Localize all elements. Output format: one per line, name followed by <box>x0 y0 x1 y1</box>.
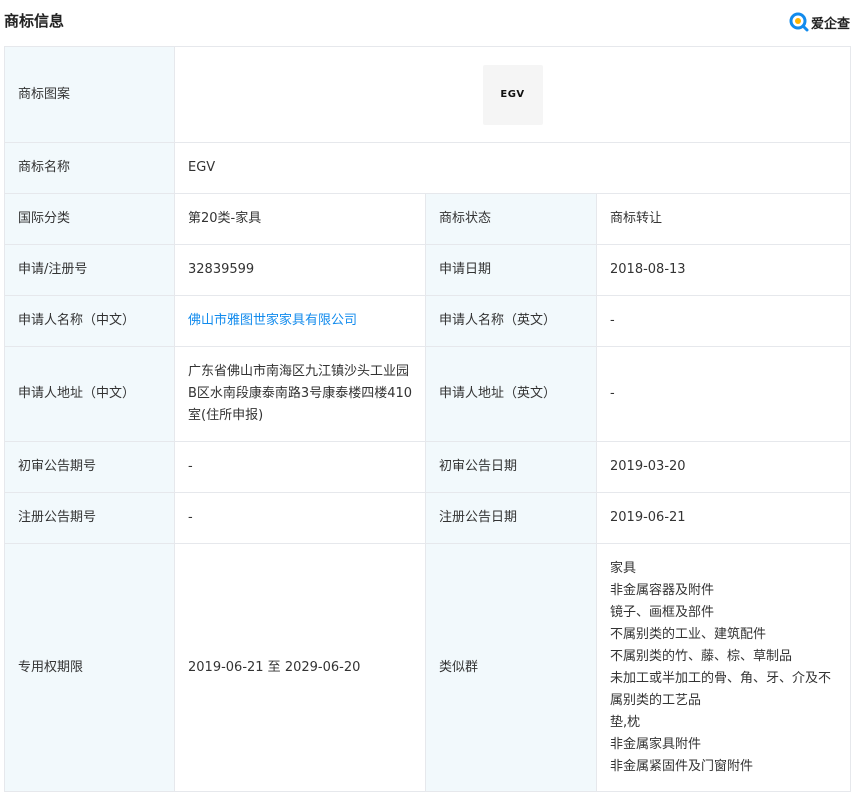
section-header: 商标信息 爱企查 <box>0 0 854 46</box>
label-similar-group: 类似群 <box>425 543 597 792</box>
row-reg-notice: 注册公告期号 - 注册公告日期 2019-06-21 <box>4 492 851 544</box>
row-reg-number: 申请/注册号 32839599 申请日期 2018-08-13 <box>4 244 851 296</box>
value-address-en: - <box>596 346 851 442</box>
value-reg-number: 32839599 <box>174 244 426 296</box>
similar-group-list: 家具 非金属容器及附件 镜子、画框及部件 不属别类的工业、建筑配件 不属别类的竹… <box>610 554 837 782</box>
row-trademark-pattern: 商标图案 EGV <box>4 46 851 143</box>
section-title: 商标信息 <box>4 12 65 30</box>
trademark-info-table: 商标图案 EGV 商标名称 EGV 国际分类 第20类-家具 商标状态 商标转让… <box>4 46 851 792</box>
value-prelim-issue: - <box>174 441 426 493</box>
value-similar-group: 家具 非金属容器及附件 镜子、画框及部件 不属别类的工业、建筑配件 不属别类的竹… <box>596 543 851 792</box>
value-prelim-date: 2019-03-20 <box>596 441 851 493</box>
list-item: 镜子、画框及部件 <box>610 604 715 620</box>
applicant-company-link[interactable]: 佛山市雅图世家家具有限公司 <box>188 313 357 328</box>
label-apply-date: 申请日期 <box>425 244 597 296</box>
list-item: 垫,枕 <box>610 714 641 730</box>
row-applicant-name: 申请人名称（中文） 佛山市雅图世家家具有限公司 申请人名称（英文） - <box>4 295 851 347</box>
label-trademark-pattern: 商标图案 <box>4 46 175 143</box>
list-item: 不属别类的竹、藤、棕、草制品 <box>610 648 793 664</box>
list-item: 未加工或半加工的骨、角、牙、介及不属别类的工艺品 <box>610 670 832 708</box>
list-item: 非金属容器及附件 <box>610 582 715 598</box>
row-applicant-address: 申请人地址（中文） 广东省佛山市南海区九江镇沙头工业园B区水南段康泰南路3号康泰… <box>4 346 851 442</box>
label-address-en: 申请人地址（英文） <box>425 346 597 442</box>
label-prelim-date: 初审公告日期 <box>425 441 597 493</box>
list-item: 非金属家具附件 <box>610 736 702 752</box>
trademark-image[interactable]: EGV <box>482 64 543 125</box>
row-prelim-notice: 初审公告期号 - 初审公告日期 2019-03-20 <box>4 441 851 493</box>
list-item: 非金属紧固件及门窗附件 <box>610 758 754 774</box>
value-applicant-en: - <box>596 295 851 347</box>
row-trademark-name: 商标名称 EGV <box>4 142 851 194</box>
value-trademark-status: 商标转让 <box>596 193 851 245</box>
brand-logo[interactable]: 爱企查 <box>789 12 850 32</box>
label-applicant-en: 申请人名称（英文） <box>425 295 597 347</box>
label-prelim-issue: 初审公告期号 <box>4 441 175 493</box>
value-trademark-name: EGV <box>174 142 851 194</box>
label-regpub-issue: 注册公告期号 <box>4 492 175 544</box>
value-address-cn: 广东省佛山市南海区九江镇沙头工业园B区水南段康泰南路3号康泰楼四楼410室(住所… <box>174 346 426 442</box>
value-apply-date: 2018-08-13 <box>596 244 851 296</box>
value-intl-class: 第20类-家具 <box>174 193 426 245</box>
trademark-image-cell: EGV <box>174 46 851 143</box>
value-regpub-issue: - <box>174 492 426 544</box>
value-applicant-cn-cell: 佛山市雅图世家家具有限公司 <box>174 295 426 347</box>
label-intl-class: 国际分类 <box>4 193 175 245</box>
trademark-image-text: EGV <box>500 88 525 100</box>
list-item: 家具 <box>610 560 637 576</box>
label-applicant-cn: 申请人名称（中文） <box>4 295 175 347</box>
row-class-status: 国际分类 第20类-家具 商标状态 商标转让 <box>4 193 851 245</box>
label-trademark-name: 商标名称 <box>4 142 175 194</box>
label-regpub-date: 注册公告日期 <box>425 492 597 544</box>
list-item: 不属别类的工业、建筑配件 <box>610 626 767 642</box>
magnifier-logo-icon <box>789 12 809 32</box>
label-reg-number: 申请/注册号 <box>4 244 175 296</box>
label-trademark-status: 商标状态 <box>425 193 597 245</box>
label-exclusive-term: 专用权期限 <box>4 543 175 792</box>
brand-name: 爱企查 <box>810 16 850 32</box>
value-exclusive-term: 2019-06-21 至 2029-06-20 <box>174 543 426 792</box>
row-term-similar: 专用权期限 2019-06-21 至 2029-06-20 类似群 家具 非金属… <box>4 543 851 792</box>
label-address-cn: 申请人地址（中文） <box>4 346 175 442</box>
value-regpub-date: 2019-06-21 <box>596 492 851 544</box>
